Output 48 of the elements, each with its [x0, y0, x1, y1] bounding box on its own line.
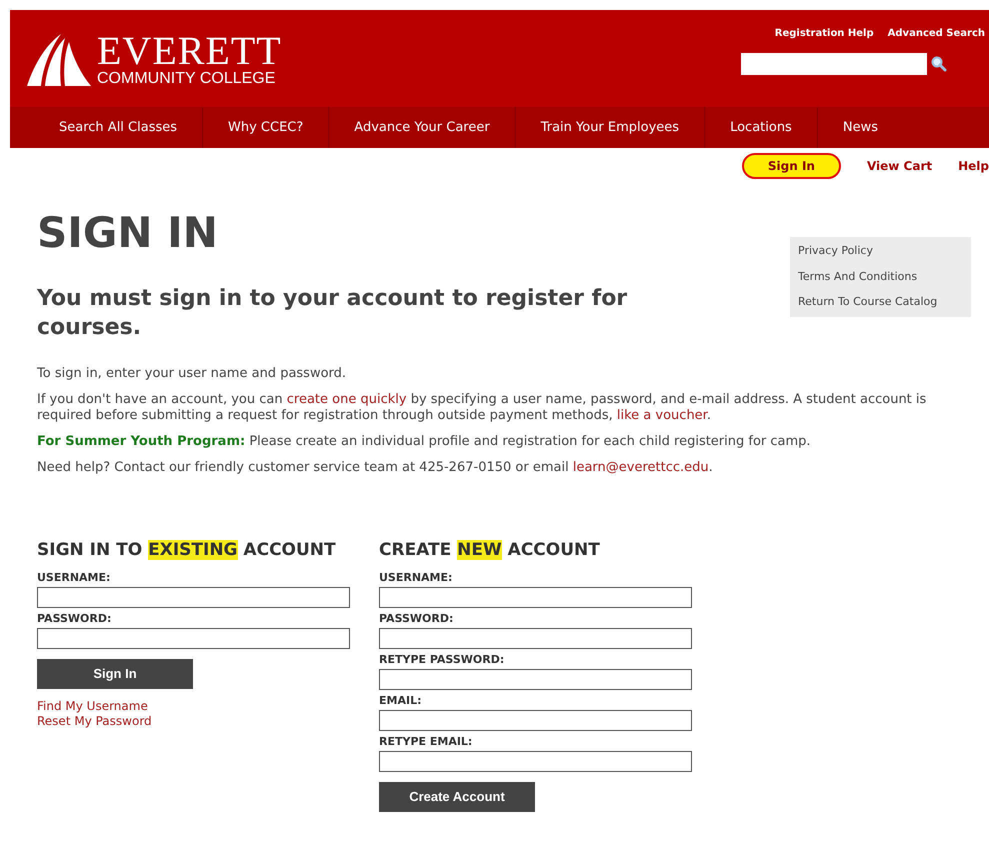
nav-item[interactable]: Search All Classes: [34, 107, 202, 148]
nav-item[interactable]: Locations: [704, 107, 817, 148]
arches-logo-icon: [27, 32, 91, 86]
search-field[interactable]: [741, 53, 927, 75]
page-subtitle: You must sign in to your account to register for courses.: [37, 285, 628, 342]
field-label: USERNAME:: [37, 571, 112, 585]
input-field[interactable]: [379, 668, 692, 690]
user-link[interactable]: Help: [958, 157, 989, 175]
form-heading: CREATE NEW ACCOUNT: [379, 540, 601, 561]
nav-item[interactable]: Why CCEC?: [202, 107, 328, 148]
input-field[interactable]: [379, 750, 692, 772]
form-heading: SIGN IN TO EXISTING ACCOUNT: [37, 540, 337, 561]
create-account-button[interactable]: Create Account: [379, 782, 535, 812]
inline-link[interactable]: like a voucher: [616, 408, 707, 423]
field-label: PASSWORD:: [379, 612, 454, 626]
info-paragraph: If you don't have an account, you can create one quickly by specifying a user name, password, and e-mail address. A student account is required before submitting a request for registration through outside payment methods, like a voucher.: [37, 392, 928, 424]
info-paragraph: Need help? Contact our friendly customer service team at 425-267-0150 or email learn@everettcc.edu.: [37, 460, 714, 476]
sidebar-link[interactable]: Privacy Policy: [798, 243, 963, 260]
field-label: RETYPE PASSWORD:: [379, 653, 506, 667]
college-name: EVERETT: [97, 30, 282, 70]
field-label: PASSWORD:: [37, 612, 112, 626]
inline-link[interactable]: create one quickly: [286, 392, 407, 407]
inline-link[interactable]: learn@everettcc.edu: [572, 460, 709, 475]
header-link[interactable]: Registration Help: [774, 26, 874, 41]
header-link[interactable]: Advanced Search: [888, 26, 985, 41]
field-label: RETYPE EMAIL:: [379, 735, 474, 749]
sidebar-link[interactable]: Terms And Conditions: [798, 268, 963, 285]
input-field[interactable]: [379, 628, 692, 648]
input-field[interactable]: [379, 710, 692, 730]
sidebar-link[interactable]: Return To Course Catalog: [798, 294, 963, 310]
page-title: SIGN IN: [37, 208, 218, 258]
field-label: EMAIL:: [379, 694, 422, 708]
user-link[interactable]: View Cart: [866, 157, 932, 175]
account-link[interactable]: Find My Username: [37, 699, 148, 714]
input-field[interactable]: [37, 586, 350, 608]
info-paragraph: To sign in, enter your user name and password.: [37, 366, 348, 382]
nav-item[interactable]: Advance Your Career: [328, 107, 515, 148]
account-link[interactable]: Reset My Password: [37, 714, 152, 729]
input-field[interactable]: [379, 586, 692, 608]
info-paragraph: For Summer Youth Program: Please create an individual profile and registration for each child registering for camp.: [37, 434, 812, 450]
nav-item[interactable]: News: [816, 107, 903, 148]
user-link[interactable]: Sign In: [742, 153, 841, 179]
college-subtitle: COMMUNITY COLLEGE: [97, 70, 276, 86]
nav-item[interactable]: Train Your Employees: [514, 107, 704, 148]
search-icon[interactable]: [931, 56, 947, 72]
input-field[interactable]: [37, 628, 350, 648]
sign-in-button[interactable]: Sign In: [37, 659, 193, 689]
field-label: USERNAME:: [379, 571, 454, 585]
